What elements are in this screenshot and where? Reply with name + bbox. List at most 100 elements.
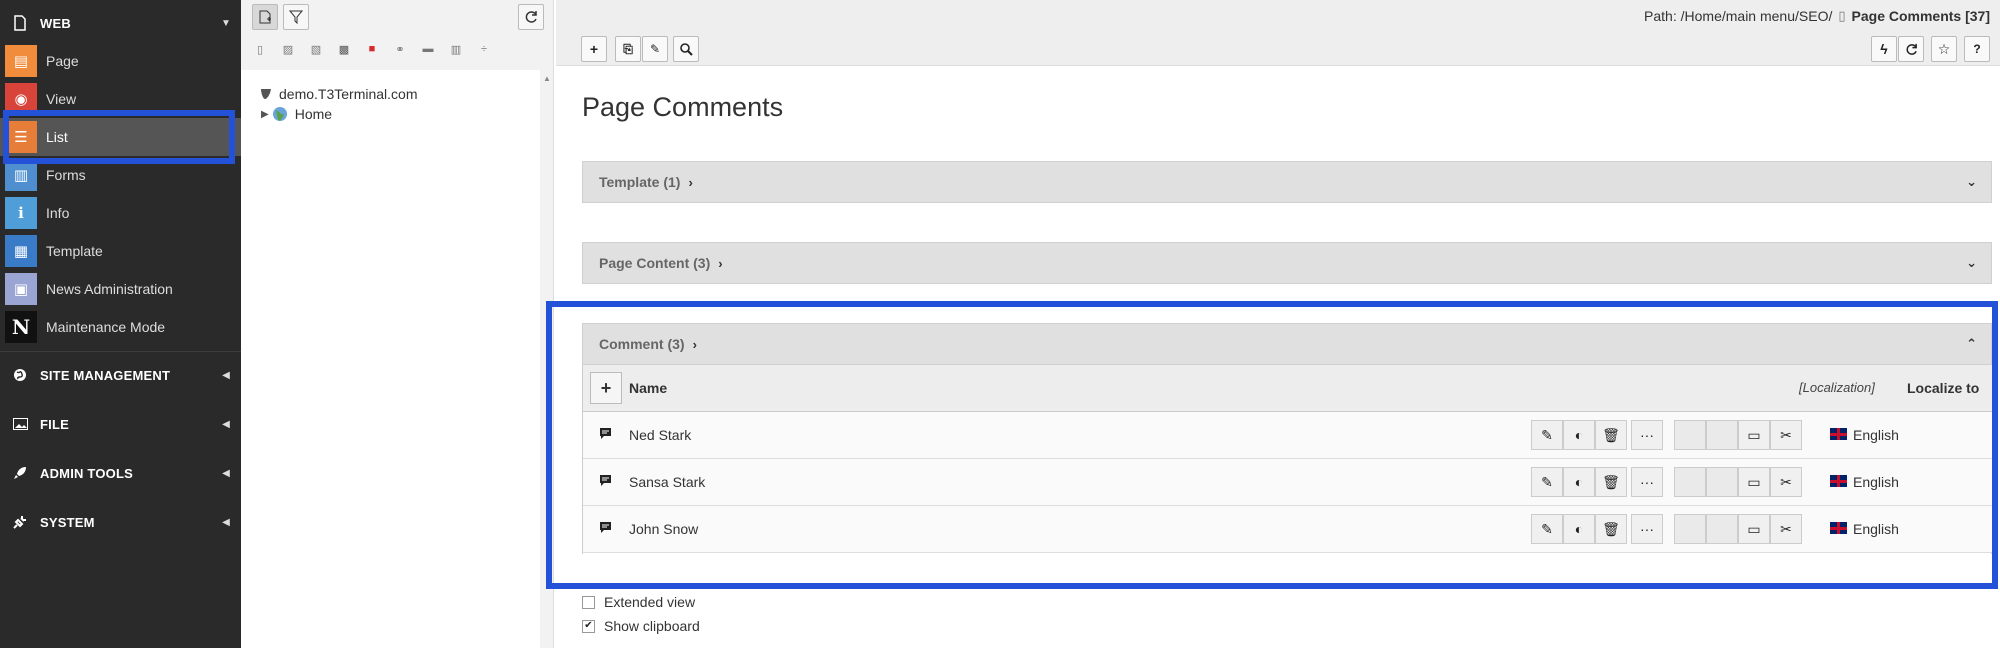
module-maintenance-mode[interactable]: N Maintenance Mode <box>0 308 241 346</box>
toggle-visibility-button[interactable]: ◐ <box>1563 514 1595 544</box>
empty-action-slot <box>1674 514 1706 544</box>
chevron-down-icon: ▼ <box>221 17 231 29</box>
reload-button[interactable] <box>1898 36 1924 62</box>
scroll-up-icon[interactable]: ▲ <box>543 74 551 83</box>
filter-icon <box>289 10 303 24</box>
group-system[interactable]: SYSTEM ◀ <box>0 505 241 539</box>
edit-button[interactable]: ✎ <box>1531 467 1563 497</box>
cut-button[interactable]: ✂ <box>1770 420 1802 450</box>
show-clipboard-checkbox[interactable]: ✔ <box>582 619 595 633</box>
panel-title: Template (1) <box>599 174 681 190</box>
group-web-label: WEB <box>40 15 71 31</box>
group-admin-tools[interactable]: ADMIN TOOLS ◀ <box>0 456 241 490</box>
column-header-name[interactable]: Name <box>629 380 667 396</box>
module-template[interactable]: ▦ Template <box>0 232 241 270</box>
copy-button[interactable]: ▭ <box>1738 420 1770 450</box>
module-label: Info <box>46 205 70 221</box>
new-page-icon <box>259 10 271 24</box>
globe-page-icon <box>272 107 287 121</box>
refresh-tree-button[interactable] <box>518 4 544 30</box>
more-options-button[interactable]: ··· <box>1631 420 1663 450</box>
expand-arrow-icon[interactable]: ▶ <box>261 109 269 120</box>
toggle-visibility-button[interactable]: ◐ <box>1563 420 1595 450</box>
recycler-doktype-icon[interactable]: ▥ <box>448 41 464 57</box>
filter-button[interactable] <box>283 4 309 30</box>
panel-page-content[interactable]: Page Content (3) › ⌄ <box>582 242 1992 284</box>
table-row[interactable]: Ned Stark ✎ ◐ 🗑 ··· ▭ ✂ English <box>583 412 1993 459</box>
show-clipboard-option[interactable]: ✔ Show clipboard <box>582 618 700 634</box>
copy-button[interactable]: ▭ <box>1738 467 1770 497</box>
add-comment-button[interactable]: + <box>590 372 622 404</box>
module-label: View <box>46 91 77 107</box>
more-icon: ··· <box>1640 521 1654 537</box>
tree-scrollbar[interactable]: ▲ <box>540 70 553 648</box>
pencil-icon: ✎ <box>1541 473 1553 490</box>
extended-view-checkbox[interactable] <box>582 595 595 609</box>
comment-name[interactable]: Ned Stark <box>629 427 691 443</box>
toggle-visibility-button[interactable]: ◐ <box>1563 467 1595 497</box>
clipboard-icon: ▭ <box>1747 520 1761 537</box>
page-link-doktype-icon[interactable]: ▨ <box>280 41 296 57</box>
page-mountpoint-doktype-icon[interactable]: ▩ <box>336 41 352 57</box>
cut-button[interactable]: ✂ <box>1770 467 1802 497</box>
group-site-management[interactable]: SITE MANAGEMENT ◀ <box>0 358 241 392</box>
bookmark-button[interactable]: ☆ <box>1931 36 1957 62</box>
new-page-button[interactable] <box>252 4 278 30</box>
page-doktype-icon[interactable]: ▯ <box>252 41 268 57</box>
link-doktype-icon[interactable]: ⚭ <box>392 41 408 57</box>
comment-name[interactable]: Sansa Stark <box>629 474 705 490</box>
group-label: ADMIN TOOLS <box>40 465 133 481</box>
module-info[interactable]: i Info <box>0 194 241 232</box>
scissors-icon: ✂ <box>1780 426 1792 443</box>
copy-button[interactable]: ▭ <box>1738 514 1770 544</box>
comment-name[interactable]: John Snow <box>629 521 698 537</box>
chevron-left-icon: ◀ <box>222 467 230 479</box>
delete-button[interactable]: 🗑 <box>1595 467 1627 497</box>
extended-view-option[interactable]: Extended view <box>582 594 695 610</box>
edit-button[interactable]: ✎ <box>1531 514 1563 544</box>
folder-doktype-icon[interactable]: ▬ <box>420 41 436 57</box>
delete-button[interactable]: 🗑 <box>1595 420 1627 450</box>
view-page-button[interactable]: ⎘ <box>615 36 641 62</box>
plus-icon: + <box>600 377 612 398</box>
chevron-down-icon[interactable]: ⌄ <box>1966 174 1977 190</box>
page-shortcut-doktype-icon[interactable]: ▧ <box>308 41 324 57</box>
chevron-down-icon[interactable]: ⌄ <box>1966 255 1977 271</box>
group-file[interactable]: FILE ◀ <box>0 407 241 441</box>
tree-node-home[interactable]: ▶ Home <box>261 106 332 122</box>
help-button[interactable]: ? <box>1964 36 1990 62</box>
news-icon: ▣ <box>5 273 37 305</box>
trash-icon: 🗑 <box>1602 426 1620 443</box>
group-web[interactable]: WEB ▼ <box>0 6 241 40</box>
delete-button[interactable]: 🗑 <box>1595 514 1627 544</box>
chevron-up-icon[interactable]: ⌃ <box>1966 336 1977 352</box>
maintenance-icon: N <box>5 311 37 343</box>
module-news-administration[interactable]: ▣ News Administration <box>0 270 241 308</box>
more-options-button[interactable]: ··· <box>1631 514 1663 544</box>
divider-doktype-icon[interactable]: ÷ <box>476 41 492 57</box>
language-label: English <box>1853 474 1899 490</box>
uk-flag-icon <box>1830 522 1847 534</box>
clear-cache-button[interactable]: ϟ <box>1871 36 1897 62</box>
edit-button[interactable]: ✎ <box>1531 420 1563 450</box>
tree-root-node[interactable]: demo.T3Terminal.com <box>259 86 418 102</box>
rocket-icon <box>0 466 40 480</box>
module-menu: WEB ▼ ▤ Page ◉ View ☰ List ▥ Forms i Inf… <box>0 0 241 648</box>
column-header-localization: [Localization] <box>1799 380 1875 395</box>
info-icon: i <box>5 197 37 229</box>
panel-comment[interactable]: Comment (3) › ⌃ <box>582 323 1992 365</box>
edit-page-button[interactable]: ✎ <box>642 36 668 62</box>
search-button[interactable] <box>673 36 699 62</box>
module-label: Forms <box>46 167 86 183</box>
more-options-button[interactable]: ··· <box>1631 467 1663 497</box>
panel-template[interactable]: Template (1) › ⌄ <box>582 161 1992 203</box>
cut-button[interactable]: ✂ <box>1770 514 1802 544</box>
module-page[interactable]: ▤ Page <box>0 42 241 80</box>
plus-icon: + <box>589 41 599 57</box>
pencil-icon: ✎ <box>1541 426 1553 443</box>
table-row[interactable]: Sansa Stark ✎ ◐ 🗑 ··· ▭ ✂ English <box>583 459 1993 506</box>
external-link-doktype-icon[interactable]: ■ <box>364 41 380 57</box>
table-row[interactable]: John Snow ✎ ◐ 🗑 ··· ▭ ✂ English <box>583 506 1993 553</box>
new-record-button[interactable]: + <box>581 36 607 62</box>
reload-icon <box>1906 43 1917 55</box>
